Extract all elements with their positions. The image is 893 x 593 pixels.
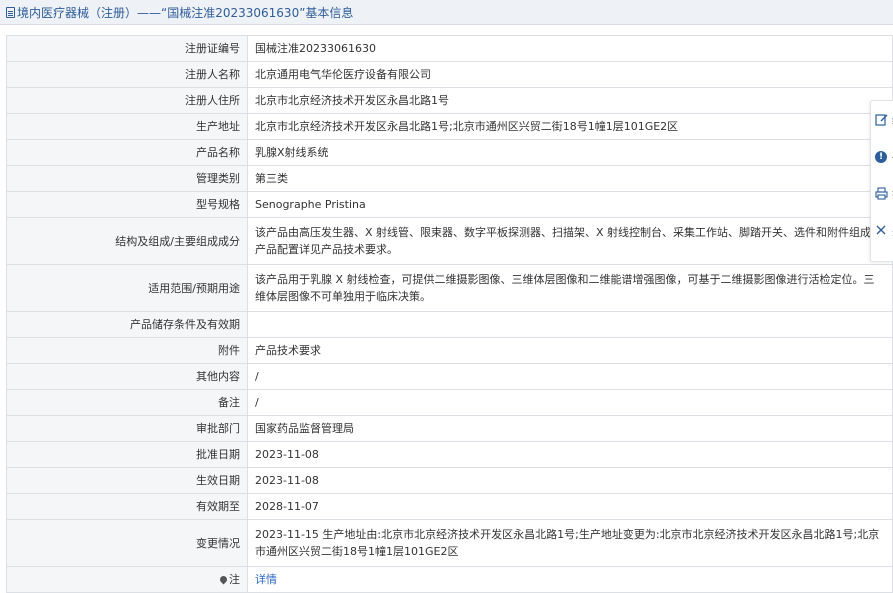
row-value: 该产品由高压发生器、X 射线管、限束器、数字平板探测器、扫描架、X 射线控制台、…	[247, 217, 893, 265]
row-label: 型号规格	[6, 191, 248, 218]
row-label: 结构及组成/主要组成成分	[6, 217, 248, 265]
row-label: 有效期至	[6, 493, 248, 520]
floating-toolbar: 编 ! 信 打 关	[870, 100, 893, 262]
row-value: 产品技术要求	[247, 337, 893, 364]
page-header: 境内医疗器械（注册）——“国械注准20233061630”基本信息	[0, 0, 893, 25]
table-row: 注册人名称 北京通用电气华伦医疗设备有限公司	[6, 61, 893, 88]
table-row: 生产地址 北京市北京经济技术开发区永昌北路1号;北京市通州区兴贸二街18号1幢1…	[6, 113, 893, 140]
row-label: 管理类别	[6, 165, 248, 192]
table-row: 注 详情	[6, 566, 893, 593]
info-icon: !	[875, 151, 887, 163]
close-icon	[876, 225, 886, 235]
row-value	[247, 311, 893, 338]
row-value: 2023-11-08	[247, 441, 893, 468]
table-row: 型号规格 Senographe Pristina	[6, 191, 893, 218]
close-button[interactable]: 关	[875, 222, 893, 238]
print-button[interactable]: 打	[875, 185, 893, 201]
table-row: 批准日期 2023-11-08	[6, 441, 893, 468]
table-row: 变更情况 2023-11-15 生产地址由:北京市北京经济技术开发区永昌北路1号…	[6, 519, 893, 567]
pin-icon	[218, 574, 229, 585]
row-label: 生产地址	[6, 113, 248, 140]
row-value: 2023-11-08	[247, 467, 893, 494]
note-label-cell: 注	[6, 566, 248, 593]
row-value: 国家药品监督管理局	[247, 415, 893, 442]
note-label: 注	[229, 573, 240, 586]
row-value: /	[247, 389, 893, 416]
row-label: 批准日期	[6, 441, 248, 468]
table-row: 产品储存条件及有效期	[6, 311, 893, 338]
row-label: 其他内容	[6, 363, 248, 390]
table-row: 有效期至 2028-11-07	[6, 493, 893, 520]
row-label: 备注	[6, 389, 248, 416]
table-row: 产品名称 乳腺X射线系统	[6, 139, 893, 166]
table-row: 适用范围/预期用途 该产品用于乳腺 X 射线检查，可提供二维摄影图像、三维体层图…	[6, 264, 893, 312]
row-value: 该产品用于乳腺 X 射线检查，可提供二维摄影图像、三维体层图像和二维能谱增强图像…	[247, 264, 893, 312]
row-value: 第三类	[247, 165, 893, 192]
row-value: 北京市北京经济技术开发区永昌北路1号	[247, 87, 893, 114]
row-value: 国械注准20233061630	[247, 35, 893, 62]
table-row: 注册人住所 北京市北京经济技术开发区永昌北路1号	[6, 87, 893, 114]
row-value: 2028-11-07	[247, 493, 893, 520]
row-value: 北京市北京经济技术开发区永昌北路1号;北京市通州区兴贸二街18号1幢1层101G…	[247, 113, 893, 140]
row-label: 产品储存条件及有效期	[6, 311, 248, 338]
row-label: 注册人住所	[6, 87, 248, 114]
row-label: 适用范围/预期用途	[6, 264, 248, 312]
row-value: 2023-11-15 生产地址由:北京市北京经济技术开发区永昌北路1号;生产地址…	[247, 519, 893, 567]
row-label: 变更情况	[6, 519, 248, 567]
row-label: 生效日期	[6, 467, 248, 494]
page-title: 境内医疗器械（注册）——“国械注准20233061630”基本信息	[17, 5, 354, 20]
table-row: 审批部门 国家药品监督管理局	[6, 415, 893, 442]
row-label: 审批部门	[6, 415, 248, 442]
row-label: 附件	[6, 337, 248, 364]
row-label: 产品名称	[6, 139, 248, 166]
edit-icon	[875, 113, 888, 126]
row-value: /	[247, 363, 893, 390]
row-label: 注册人名称	[6, 61, 248, 88]
table-row: 管理类别 第三类	[6, 165, 893, 192]
info-table: 注册证编号 国械注准20233061630 注册人名称 北京通用电气华伦医疗设备…	[6, 35, 893, 593]
row-value: Senographe Pristina	[247, 191, 893, 218]
table-row: 备注 /	[6, 389, 893, 416]
table-row: 附件 产品技术要求	[6, 337, 893, 364]
table-row: 其他内容 /	[6, 363, 893, 390]
document-icon	[6, 6, 15, 18]
print-icon	[875, 186, 888, 200]
details-link[interactable]: 详情	[255, 573, 277, 586]
edit-button[interactable]: 编	[875, 111, 893, 127]
row-value: 乳腺X射线系统	[247, 139, 893, 166]
table-row: 注册证编号 国械注准20233061630	[6, 35, 893, 62]
note-value-cell: 详情	[247, 566, 893, 593]
row-label: 注册证编号	[6, 35, 248, 62]
info-button[interactable]: ! 信	[875, 149, 893, 165]
row-value: 北京通用电气华伦医疗设备有限公司	[247, 61, 893, 88]
table-row: 生效日期 2023-11-08	[6, 467, 893, 494]
table-row: 结构及组成/主要组成成分 该产品由高压发生器、X 射线管、限束器、数字平板探测器…	[6, 217, 893, 265]
